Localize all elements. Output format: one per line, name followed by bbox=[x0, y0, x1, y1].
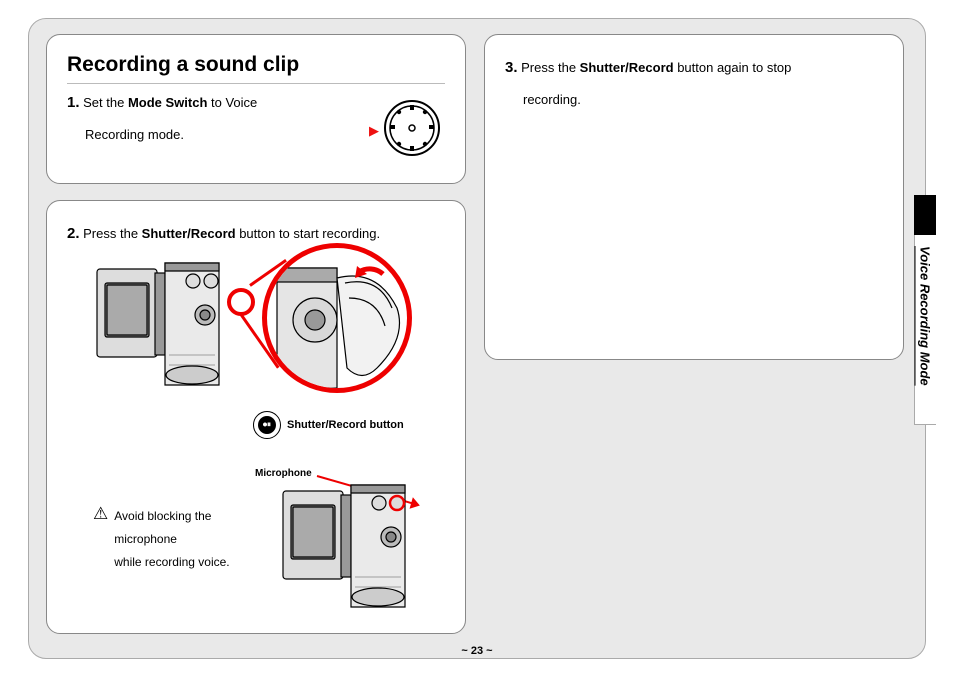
mode-dial-icon bbox=[381, 97, 443, 159]
shutter-button-label: Shutter/Record button bbox=[287, 419, 404, 431]
page-title: Recording a sound clip bbox=[67, 53, 445, 84]
section-tab-marker bbox=[914, 195, 936, 235]
mode-dial-pointer-icon: ▶ bbox=[369, 123, 379, 139]
step3-line2: recording. bbox=[505, 87, 883, 113]
step2-text: 2. Press the Shutter/Record button to st… bbox=[67, 219, 445, 249]
callout-source-circle bbox=[227, 288, 255, 316]
camcorder-illustration-2 bbox=[279, 477, 434, 622]
callout-magnify-circle bbox=[262, 243, 412, 393]
card-step1: Recording a sound clip 1. Set the Mode S… bbox=[46, 34, 466, 184]
card-step2: 2. Press the Shutter/Record button to st… bbox=[46, 200, 466, 634]
warning-note: ⚠ Avoid blocking the microphone while re… bbox=[93, 505, 273, 573]
section-tab-label: Voice Recording Mode bbox=[914, 240, 936, 425]
camcorder-illustration-1 bbox=[93, 255, 248, 400]
page-number: ~ 23 ~ bbox=[0, 645, 954, 657]
press-arrow-icon bbox=[347, 264, 391, 308]
step3-text: 3. Press the Shutter/Record button again… bbox=[505, 53, 883, 83]
card-step3: 3. Press the Shutter/Record button again… bbox=[484, 34, 904, 360]
shutter-button-icon: ⏺⏸ bbox=[253, 411, 281, 439]
warning-line2: while recording voice. bbox=[114, 555, 229, 569]
shutter-button-label-row: ⏺⏸ Shutter/Record button bbox=[253, 411, 404, 439]
warning-line1: Avoid blocking the microphone bbox=[114, 509, 211, 546]
warning-icon: ⚠ bbox=[93, 505, 108, 573]
